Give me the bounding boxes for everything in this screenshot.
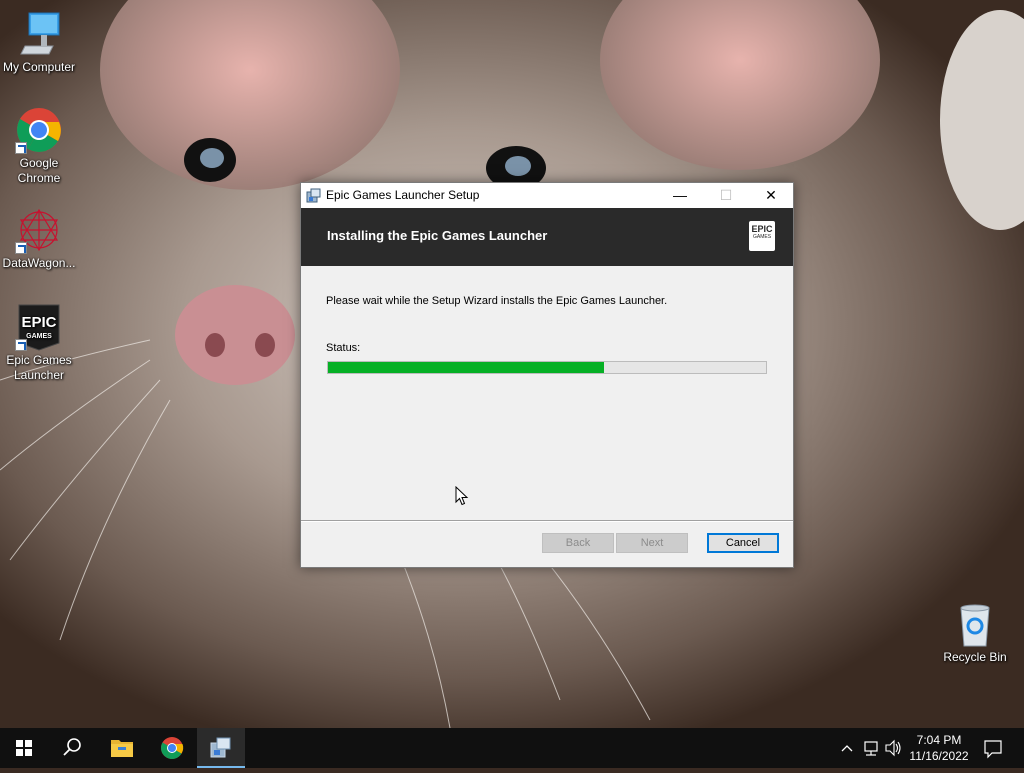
desktop-icon-label: Recycle Bin: [943, 650, 1007, 664]
dialog-heading: Installing the Epic Games Launcher: [327, 228, 548, 243]
minimize-button[interactable]: —: [657, 183, 703, 208]
epic-games-logo-icon: EPIC GAMES: [749, 221, 775, 251]
dialog-banner: Installing the Epic Games Launcher EPIC …: [301, 208, 793, 266]
shortcut-arrow-icon: [15, 339, 27, 351]
install-progress-bar: [327, 361, 767, 374]
start-icon: [16, 740, 32, 756]
desktop-icon-recycle-bin[interactable]: Recycle Bin: [937, 600, 1013, 665]
cancel-button[interactable]: Cancel: [707, 533, 779, 553]
shortcut-arrow-icon: [15, 242, 27, 254]
recycle-bin-icon: [951, 600, 999, 648]
desktop-icon-epic-games-launcher[interactable]: EPIC GAMES Epic Games Launcher: [1, 303, 77, 383]
next-button[interactable]: Next: [616, 533, 688, 553]
dialog-titlebar[interactable]: Epic Games Launcher Setup — ☐ ✕: [301, 183, 793, 208]
installer-icon: [306, 188, 321, 203]
dialog-divider: [301, 520, 793, 522]
setup-dialog: Epic Games Launcher Setup — ☐ ✕ Installi…: [300, 182, 794, 568]
chrome-icon: [15, 106, 63, 154]
file-explorer-icon: [111, 740, 133, 757]
show-hidden-icons-button[interactable]: [838, 728, 856, 768]
dialog-title: Epic Games Launcher Setup: [326, 188, 480, 202]
notification-icon: [984, 740, 1002, 759]
desktop-icon-label: DataWagon...: [2, 256, 76, 270]
logo-text-epic: EPIC: [751, 224, 773, 234]
taskbar-chrome[interactable]: [148, 728, 196, 768]
dialog-content: Please wait while the Setup Wizard insta…: [301, 266, 793, 520]
network-icon: [864, 741, 878, 756]
desktop-icon-datawagon[interactable]: DataWagon...: [1, 206, 77, 271]
desktop-icon-label: Epic Games Launcher: [6, 353, 72, 382]
status-label: Status:: [326, 342, 361, 354]
chevron-up-icon: [841, 745, 853, 752]
svg-text:GAMES: GAMES: [26, 333, 52, 340]
epic-games-icon: EPIC GAMES: [15, 303, 63, 351]
volume-control[interactable]: [883, 728, 903, 768]
desktop-icon-google-chrome[interactable]: Google Chrome: [1, 106, 77, 186]
wait-message: Please wait while the Setup Wizard insta…: [326, 295, 668, 307]
desktop-icon-label: My Computer: [2, 60, 76, 74]
desktop-icon-my-computer[interactable]: My Computer: [1, 10, 77, 75]
taskbar-file-explorer[interactable]: [98, 728, 146, 768]
datawagon-icon: [15, 206, 63, 254]
search-button[interactable]: [48, 728, 96, 768]
computer-icon: [15, 10, 63, 58]
logo-text-games: GAMES: [752, 234, 772, 240]
progress-fill: [328, 362, 604, 373]
taskbar-installer[interactable]: [197, 728, 245, 768]
search-icon: [63, 738, 81, 756]
close-button[interactable]: ✕: [748, 183, 794, 208]
svg-text:EPIC: EPIC: [21, 314, 56, 331]
chrome-icon: [161, 737, 184, 759]
desktop-icon-label: Google Chrome: [17, 156, 61, 185]
installer-icon: [210, 737, 231, 758]
speaker-icon: [885, 739, 901, 757]
taskbar: 7:04 PM 11/16/2022: [0, 728, 1024, 768]
start-button[interactable]: [0, 728, 48, 768]
taskbar-clock[interactable]: 7:04 PM 11/16/2022: [906, 732, 972, 764]
mouse-cursor-icon: [455, 486, 469, 506]
clock-time: 7:04 PM: [916, 733, 962, 747]
action-center-button[interactable]: [978, 728, 1008, 768]
clock-date: 11/16/2022: [909, 749, 969, 763]
back-button[interactable]: Back: [542, 533, 614, 553]
network-status[interactable]: [860, 728, 882, 768]
maximize-button[interactable]: ☐: [703, 183, 749, 208]
shortcut-arrow-icon: [15, 142, 27, 154]
